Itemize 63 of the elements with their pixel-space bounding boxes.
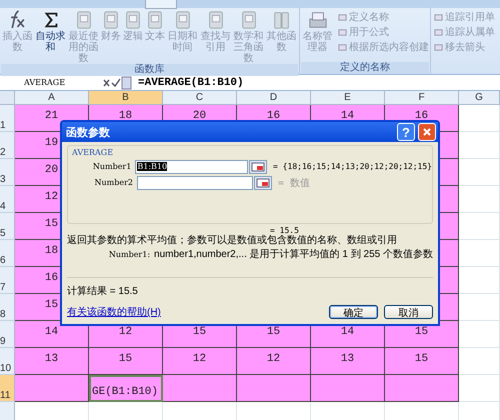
column-header[interactable]: D bbox=[237, 91, 311, 105]
ribbon-tab[interactable] bbox=[145, 0, 177, 9]
spreadsheet-cell[interactable]: 12 bbox=[163, 348, 237, 375]
spreadsheet-cell[interactable] bbox=[385, 375, 459, 402]
book-icon bbox=[145, 10, 165, 30]
row-header[interactable]: 9 bbox=[0, 321, 15, 348]
group-label: 函数库 bbox=[1, 64, 298, 76]
argument-result: = 数值 bbox=[278, 176, 310, 190]
column-header[interactable]: E bbox=[311, 91, 385, 105]
help-button[interactable]: ? bbox=[397, 123, 415, 141]
argument-name: Number1: bbox=[108, 250, 150, 259]
spreadsheet-cell[interactable]: GE(B1:B10) bbox=[89, 375, 163, 402]
card-file-icon bbox=[308, 10, 328, 30]
column-header[interactable]: A bbox=[15, 91, 89, 105]
spreadsheet-cell[interactable]: 12 bbox=[237, 348, 311, 375]
row-header[interactable]: 7 bbox=[0, 267, 15, 294]
close-icon bbox=[422, 127, 432, 137]
argument-result: = {18;16;15;14;13;20;12;20;12;15} bbox=[273, 162, 432, 171]
dialog-button[interactable]: 取消 bbox=[384, 305, 433, 319]
row-header[interactable]: 2 bbox=[0, 132, 15, 159]
group-label: 定义的名称 bbox=[301, 62, 429, 74]
ribbon-button[interactable]: 自动求和 bbox=[34, 10, 67, 53]
function-icon bbox=[10, 10, 25, 29]
book-icon bbox=[101, 10, 121, 30]
argument-field[interactable] bbox=[137, 176, 253, 190]
row-header[interactable]: 8 bbox=[0, 294, 15, 321]
row-header[interactable]: 4 bbox=[0, 186, 15, 213]
argument-description: number1,number2,... 是用于计算平均值的 1 到 255 个数值参数 bbox=[154, 249, 433, 260]
formula-result: = 15.5 bbox=[269, 226, 300, 235]
book-icon bbox=[123, 10, 143, 30]
spreadsheet-cell[interactable] bbox=[163, 375, 237, 402]
spreadsheet-cell[interactable]: 15 bbox=[385, 348, 459, 375]
row-header[interactable]: 3 bbox=[0, 159, 15, 186]
select-all-corner[interactable] bbox=[0, 91, 15, 105]
column-header[interactable]: G bbox=[459, 91, 500, 105]
spreadsheet-cell[interactable] bbox=[15, 375, 89, 402]
row-header[interactable] bbox=[0, 402, 15, 420]
spreadsheet-cell[interactable]: 13 bbox=[311, 348, 385, 375]
row-header[interactable]: 11 bbox=[0, 375, 15, 402]
column-header[interactable]: F bbox=[385, 91, 459, 105]
spreadsheet-cell[interactable]: 14 bbox=[15, 321, 89, 348]
spreadsheet-cell[interactable]: 15 bbox=[89, 348, 163, 375]
spreadsheet-cell[interactable] bbox=[237, 375, 311, 402]
row-header[interactable]: 6 bbox=[0, 240, 15, 267]
argument-label: Number1 bbox=[92, 162, 132, 171]
name-box[interactable]: AVERAGE bbox=[0, 78, 92, 87]
row-header[interactable]: 5 bbox=[0, 213, 15, 240]
formula-field[interactable]: =AVERAGE(B1:B10) bbox=[132, 76, 500, 88]
range-picker-icon bbox=[256, 178, 270, 188]
column-header[interactable]: C bbox=[163, 91, 237, 105]
spreadsheet-cell[interactable] bbox=[311, 375, 385, 402]
row-header[interactable]: 10 bbox=[0, 348, 15, 375]
collapse-button[interactable] bbox=[249, 160, 268, 174]
books-icon bbox=[272, 10, 292, 30]
argument-field[interactable]: B1:B10 bbox=[135, 160, 248, 174]
range-picker-icon bbox=[251, 162, 266, 172]
dialog-button[interactable]: 确定 bbox=[329, 305, 378, 319]
close-button[interactable] bbox=[418, 123, 436, 141]
spreadsheet-cell[interactable]: 13 bbox=[15, 348, 89, 375]
row-header[interactable]: 1 bbox=[0, 105, 15, 132]
argument-label: Number2 bbox=[93, 178, 133, 187]
column-header[interactable]: B bbox=[89, 91, 163, 105]
collapse-button[interactable] bbox=[254, 176, 272, 190]
